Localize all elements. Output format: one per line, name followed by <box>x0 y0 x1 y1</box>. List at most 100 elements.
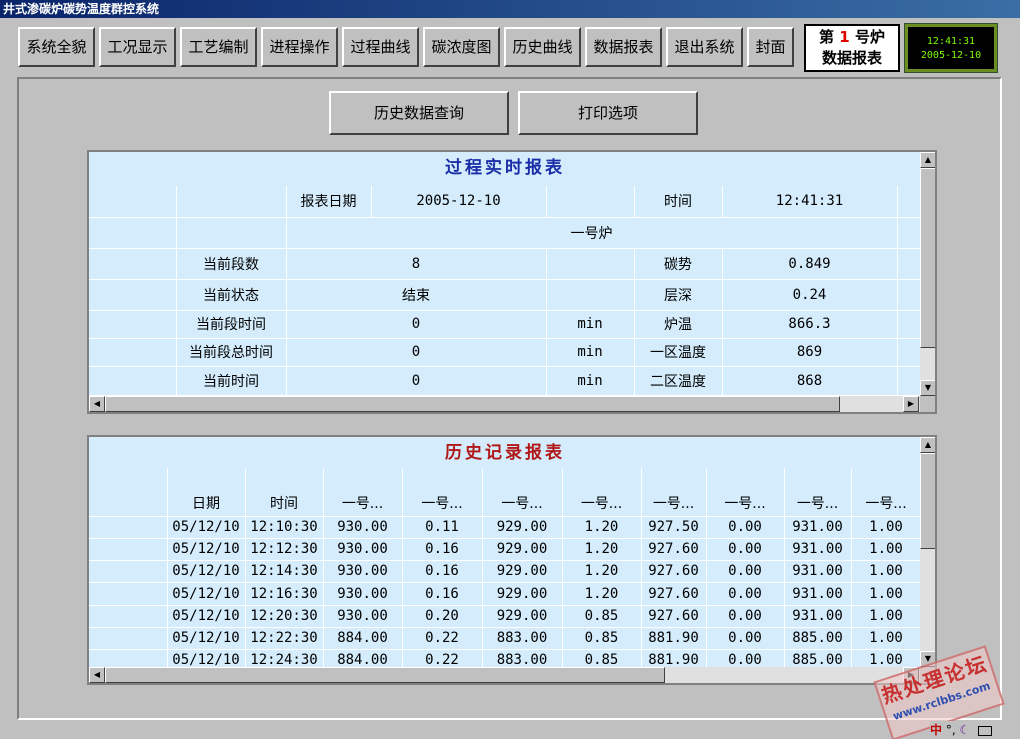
table-cell[interactable]: 0.22 <box>402 627 483 650</box>
table-cell[interactable]: 12:12:30 <box>245 538 324 561</box>
column-header[interactable]: 一号... <box>706 468 785 517</box>
row-value2[interactable]: 0.849 <box>722 248 898 280</box>
scroll-left-arrow-icon[interactable]: ◀ <box>89 667 105 683</box>
table-cell[interactable]: 05/12/10 <box>167 582 246 606</box>
scroll-thumb[interactable] <box>105 396 840 412</box>
table-cell[interactable]: 931.00 <box>784 560 852 583</box>
moon-icon[interactable]: ☾ <box>960 723 971 737</box>
table-cell[interactable]: 0.16 <box>402 560 483 583</box>
table-cell[interactable]: 12:20:30 <box>245 605 324 628</box>
row-value2[interactable]: 0.24 <box>722 279 898 311</box>
table-cell[interactable]: 0.00 <box>706 538 785 561</box>
scroll-up-arrow-icon[interactable]: ▲ <box>920 152 935 168</box>
table-cell[interactable]: 0.16 <box>402 538 483 561</box>
table-cell[interactable]: 927.50 <box>641 516 707 539</box>
table-cell[interactable]: 1.00 <box>851 538 922 561</box>
table-cell[interactable]: 0.20 <box>402 605 483 628</box>
table-cell[interactable]: 1.20 <box>562 516 642 539</box>
table-cell[interactable]: 0.00 <box>706 516 785 539</box>
table-cell[interactable]: 931.00 <box>784 516 852 539</box>
table-cell[interactable]: 1.00 <box>851 516 922 539</box>
table-cell[interactable]: 930.00 <box>323 538 403 561</box>
scroll-up-arrow-icon[interactable]: ▲ <box>920 437 935 453</box>
history-horizontal-scrollbar[interactable]: ◀ ▶ <box>89 667 920 683</box>
table-cell[interactable]: 930.00 <box>323 560 403 583</box>
row-value2[interactable]: 866.3 <box>722 310 898 339</box>
table-cell[interactable]: 883.00 <box>482 627 563 650</box>
table-cell[interactable]: 885.00 <box>784 627 852 650</box>
column-header[interactable]: 一号... <box>562 468 642 517</box>
table-cell[interactable]: 931.00 <box>784 605 852 628</box>
scroll-down-arrow-icon[interactable]: ▼ <box>920 380 935 396</box>
table-cell[interactable]: 930.00 <box>323 516 403 539</box>
row-value[interactable]: 结束 <box>286 279 547 311</box>
table-cell[interactable]: 0.00 <box>706 627 785 650</box>
table-cell[interactable]: 0.00 <box>706 582 785 606</box>
scroll-thumb[interactable] <box>920 168 935 348</box>
scroll-right-arrow-icon[interactable]: ▶ <box>903 396 919 412</box>
nav-button-process-edit[interactable]: 工艺编制 <box>180 27 257 67</box>
table-cell[interactable]: 931.00 <box>784 538 852 561</box>
scroll-left-arrow-icon[interactable]: ◀ <box>89 396 105 412</box>
row-value[interactable]: 0 <box>286 310 547 339</box>
nav-button-data-report[interactable]: 数据报表 <box>585 27 662 67</box>
table-cell[interactable]: 12:10:30 <box>245 516 324 539</box>
report-date-value[interactable]: 2005-12-10 <box>371 186 547 218</box>
column-header[interactable]: 一号... <box>851 468 922 517</box>
table-cell[interactable]: 05/12/10 <box>167 538 246 561</box>
table-cell[interactable]: 0.00 <box>706 605 785 628</box>
table-cell[interactable]: 930.00 <box>323 582 403 606</box>
table-cell[interactable]: 929.00 <box>482 538 563 561</box>
table-cell[interactable]: 05/12/10 <box>167 627 246 650</box>
table-cell[interactable]: 927.60 <box>641 560 707 583</box>
table-cell[interactable]: 12:16:30 <box>245 582 324 606</box>
table-cell[interactable]: 0.11 <box>402 516 483 539</box>
column-header-date[interactable]: 日期 <box>167 468 246 517</box>
table-cell[interactable]: 05/12/10 <box>167 605 246 628</box>
column-header-time[interactable]: 时间 <box>245 468 324 517</box>
nav-button-system-overview[interactable]: 系统全貌 <box>18 27 95 67</box>
row-value[interactable]: 0 <box>286 338 547 367</box>
row-value[interactable]: 0 <box>286 366 547 396</box>
print-options-button[interactable]: 打印选项 <box>518 91 698 135</box>
punctuation-icon[interactable]: °, <box>946 723 956 737</box>
table-cell[interactable]: 05/12/10 <box>167 516 246 539</box>
table-cell[interactable]: 05/12/10 <box>167 560 246 583</box>
table-cell[interactable]: 0.85 <box>562 605 642 628</box>
nav-button-carbon-chart[interactable]: 碳浓度图 <box>423 27 500 67</box>
keyboard-icon[interactable] <box>978 725 993 736</box>
table-cell[interactable]: 929.00 <box>482 516 563 539</box>
table-cell[interactable]: 881.90 <box>641 627 707 650</box>
column-header[interactable]: 一号... <box>402 468 483 517</box>
table-cell[interactable]: 931.00 <box>784 582 852 606</box>
report-time-value[interactable]: 12:41:31 <box>722 186 898 218</box>
history-vertical-scrollbar[interactable]: ▲ ▼ <box>920 437 935 667</box>
nav-button-exit-system[interactable]: 退出系统 <box>666 27 743 67</box>
table-cell[interactable]: 884.00 <box>323 627 403 650</box>
table-cell[interactable]: 927.60 <box>641 538 707 561</box>
table-cell[interactable]: 927.60 <box>641 582 707 606</box>
nav-button-working-status[interactable]: 工况显示 <box>99 27 176 67</box>
table-cell[interactable]: 1.00 <box>851 627 922 650</box>
table-cell[interactable]: 1.00 <box>851 582 922 606</box>
row-value[interactable]: 8 <box>286 248 547 280</box>
table-cell[interactable]: 0.85 <box>562 627 642 650</box>
table-cell[interactable]: 1.00 <box>851 605 922 628</box>
scroll-thumb[interactable] <box>920 453 935 549</box>
ime-mode-icon[interactable]: 中 <box>930 723 942 737</box>
table-cell[interactable]: 927.60 <box>641 605 707 628</box>
history-query-button[interactable]: 历史数据查询 <box>329 91 509 135</box>
column-header[interactable]: 一号... <box>641 468 707 517</box>
column-header[interactable]: 一号... <box>784 468 852 517</box>
table-cell[interactable]: 1.20 <box>562 560 642 583</box>
table-cell[interactable]: 12:14:30 <box>245 560 324 583</box>
table-cell[interactable]: 1.20 <box>562 538 642 561</box>
realtime-horizontal-scrollbar[interactable]: ◀ ▶ <box>89 396 920 412</box>
table-cell[interactable]: 12:22:30 <box>245 627 324 650</box>
row-value2[interactable]: 869 <box>722 338 898 367</box>
table-cell[interactable]: 0.16 <box>402 582 483 606</box>
row-value2[interactable]: 868 <box>722 366 898 396</box>
table-cell[interactable]: 929.00 <box>482 605 563 628</box>
nav-button-cover[interactable]: 封面 <box>747 27 794 67</box>
nav-button-process-curve[interactable]: 过程曲线 <box>342 27 419 67</box>
